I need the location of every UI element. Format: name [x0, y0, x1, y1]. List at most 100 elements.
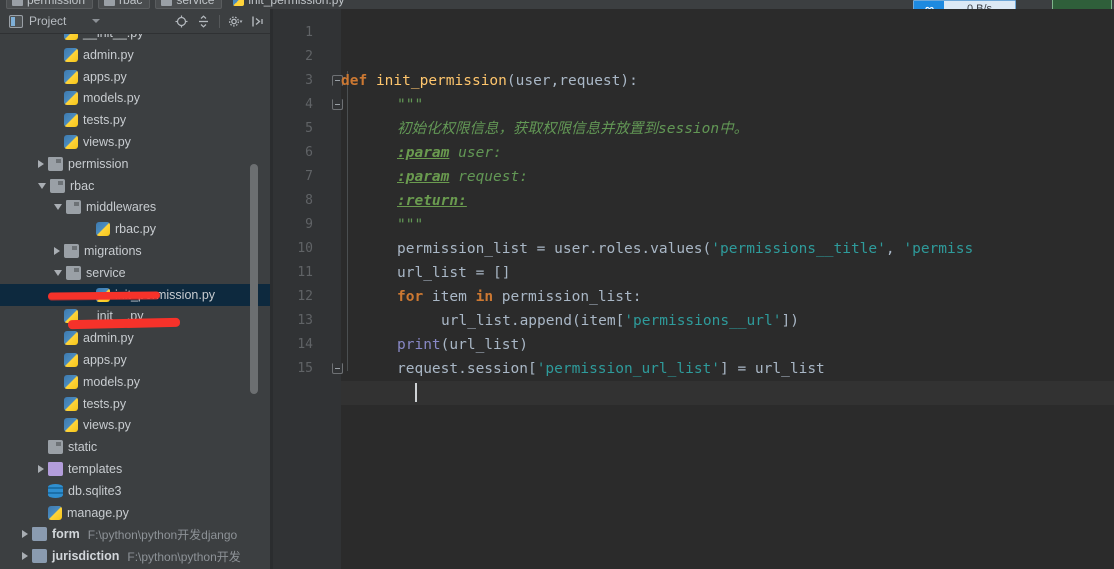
python-file-icon [96, 222, 110, 237]
chevron-right-icon[interactable] [22, 530, 28, 539]
tree-row-label: tests.py [83, 396, 127, 411]
tree-row-label: __init__.py [83, 309, 144, 324]
tree-row[interactable]: tests.py [0, 393, 270, 415]
tree-row-label: tests.py [83, 113, 127, 128]
tree-row-path: F:\python\python开发django [87, 527, 238, 542]
tree-row-label: service [86, 265, 126, 280]
line-number: 4 [305, 97, 313, 112]
chevron-down-icon[interactable] [92, 19, 101, 23]
locate-icon[interactable] [173, 13, 190, 30]
folder-icon [50, 178, 65, 193]
breadcrumb-item-rbac[interactable]: rbac [98, 0, 151, 9]
tree-row-label: rbac.py [115, 222, 156, 237]
tree-row-label: form [52, 527, 80, 542]
tree-row[interactable]: rbac.py [0, 218, 270, 240]
tree-row[interactable]: models.py [0, 371, 270, 393]
string-literal: 'permissions__title' [711, 241, 886, 257]
code-text: url_list.append(item[ [441, 313, 625, 329]
tree-row[interactable]: db.sqlite3 [0, 480, 270, 502]
tree-row-label: migrations [84, 244, 142, 258]
tree-row[interactable]: admin.py [0, 327, 270, 349]
code-line-2: def init_permission(user,request): [341, 69, 638, 93]
chevron-down-icon[interactable] [38, 182, 46, 189]
settings-gear-icon[interactable] [227, 13, 244, 30]
tree-row-label: views.py [83, 135, 131, 149]
hide-panel-icon[interactable] [249, 13, 266, 30]
tree-row[interactable]: init_permission.py [0, 283, 270, 306]
tree-row[interactable]: middlewares [0, 196, 270, 218]
tree-row[interactable]: __init__.py [0, 34, 270, 44]
tree-row-label: templates [68, 462, 123, 476]
folder-icon [48, 440, 63, 455]
tree-row-label: permission [68, 156, 129, 171]
tree-row[interactable]: templates [0, 458, 270, 480]
tree-row[interactable]: rbac [0, 175, 270, 197]
project-panel-title: Project [29, 14, 67, 28]
editor-code-area[interactable]: def init_permission(user,request): """ 初… [341, 9, 1114, 569]
tree-row[interactable]: permission [0, 153, 270, 175]
python-file-icon [233, 0, 245, 6]
breadcrumb-label: permission [27, 0, 86, 7]
tree-row[interactable]: views.py [0, 131, 270, 153]
tree-row[interactable]: __init__.py [0, 305, 270, 327]
folder-blue-icon [32, 549, 47, 564]
tree-row[interactable]: jurisdiction F:\python\python开发 [0, 545, 270, 567]
editor-gutter[interactable]: 1 2 3 4 5 6 7 8 9 10 11 12 13 14 15 [273, 9, 343, 569]
sidebar-scrollbar-track[interactable] [250, 34, 264, 569]
tree-row-label: apps.py [83, 69, 127, 84]
chevron-right-icon[interactable] [38, 159, 44, 168]
chevron-right-icon[interactable] [38, 465, 44, 473]
line-number: 2 [305, 49, 313, 64]
python-file-icon [64, 309, 78, 324]
code-text: request.session[ [397, 361, 537, 377]
line-number: 3 [305, 73, 313, 88]
tree-row-label: db.sqlite3 [68, 483, 122, 498]
tree-row-label: admin.py [83, 331, 134, 346]
code-editor[interactable]: 1 2 3 4 5 6 7 8 9 10 11 12 13 14 15 def init_permissio… [273, 9, 1114, 569]
python-file-icon [64, 113, 78, 128]
sidebar-scrollbar-thumb[interactable] [250, 164, 258, 394]
builtin-print: print [397, 337, 441, 353]
line-number: 11 [297, 265, 313, 280]
line-number: 8 [305, 193, 313, 208]
folder-icon [161, 0, 173, 6]
tree-row-label: apps.py [83, 353, 127, 367]
tree-row[interactable]: apps.py [0, 349, 270, 371]
project-panel-header: Project [0, 9, 270, 34]
tree-row[interactable]: views.py [0, 414, 270, 436]
tree-row[interactable]: apps.py [0, 66, 270, 88]
collapse-all-icon[interactable] [195, 13, 212, 30]
doc-text: request: [449, 169, 528, 185]
tree-row[interactable]: models.py [0, 87, 270, 109]
tree-row[interactable]: manage.py [0, 502, 270, 524]
tree-row-label: models.py [83, 91, 140, 106]
tree-row-path: F:\python\python开发 [127, 549, 241, 564]
chevron-right-icon[interactable] [22, 552, 28, 561]
doc-tag: :return: [397, 193, 467, 209]
tree-row-label: middlewares [86, 200, 157, 215]
tree-row[interactable]: static [0, 436, 270, 458]
breadcrumb-item-service[interactable]: service [155, 0, 223, 9]
tree-row[interactable]: migrations [0, 240, 270, 262]
breadcrumb-item-permission[interactable]: permission [6, 0, 94, 9]
chevron-down-icon[interactable] [54, 269, 62, 276]
project-file-tree[interactable]: __init__.py admin.py apps.py models.py tests… [0, 34, 270, 569]
python-file-icon [64, 91, 78, 106]
tree-row[interactable]: tests.py [0, 109, 270, 131]
tree-row[interactable]: service [0, 262, 270, 284]
breadcrumb-item-file[interactable]: init_permission.py [227, 0, 352, 9]
tree-row[interactable]: admin.py [0, 44, 270, 66]
tree-row-label: __init__.py [83, 34, 143, 40]
code-line-9: permission_list = user.roles.values('per… [341, 237, 973, 261]
folder-icon [12, 0, 23, 6]
chevron-right-icon[interactable] [54, 247, 60, 255]
tree-row[interactable]: form F:\python\python开发django [0, 523, 270, 545]
line-number: 14 [297, 337, 313, 352]
chevron-down-icon[interactable] [54, 204, 62, 211]
